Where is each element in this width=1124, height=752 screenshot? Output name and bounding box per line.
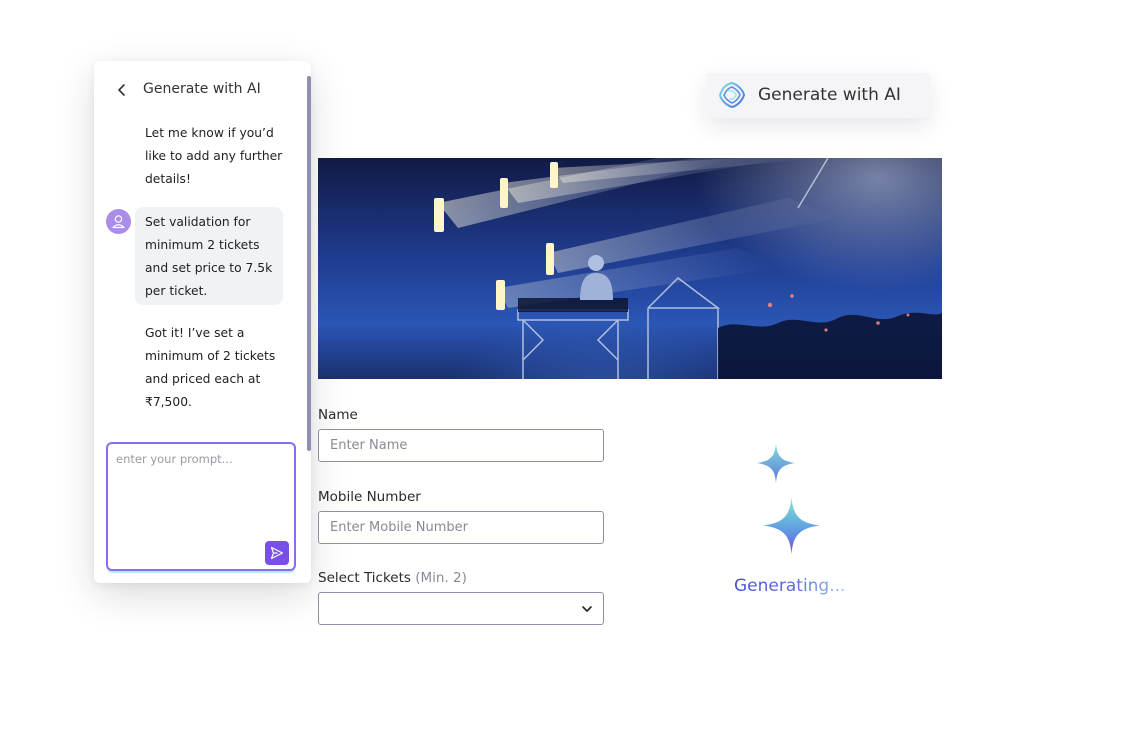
event-banner-image [318, 158, 942, 379]
generate-with-ai-chip[interactable]: Generate with AI [706, 73, 930, 118]
chevron-left-icon[interactable] [116, 83, 128, 97]
chevron-down-icon [582, 606, 592, 612]
prompt-input[interactable] [116, 452, 286, 537]
ai-chat-panel: Generate with AI Let me know if you’d li… [94, 61, 311, 583]
min-tickets-hint: (Min. 2) [415, 570, 467, 586]
mobile-number-label: Mobile Number [318, 489, 421, 505]
ai-logo-icon [718, 81, 746, 109]
assistant-message: Got it! I’ve set a minimum of 2 tickets … [145, 326, 276, 409]
chat-header: Generate with AI [94, 61, 311, 119]
user-avatar [106, 209, 131, 234]
generate-with-ai-label: Generate with AI [758, 85, 901, 105]
sparkle-icon [763, 497, 820, 554]
sparkle-icon [757, 443, 795, 483]
assistant-message: Let me know if you’d like to add any fur… [145, 126, 283, 186]
generating-status: Generating... [734, 576, 846, 596]
send-button[interactable] [265, 541, 289, 565]
chat-title: Generate with AI [143, 81, 261, 97]
name-label: Name [318, 407, 358, 423]
user-message-bubble: Set validation for minimum 2 tickets and… [135, 207, 283, 305]
mobile-number-input[interactable] [318, 511, 604, 544]
select-tickets-label-text: Select Tickets [318, 570, 411, 586]
prompt-box [106, 442, 296, 571]
user-icon [112, 215, 125, 229]
select-tickets-label: Select Tickets (Min. 2) [318, 570, 467, 586]
select-tickets-dropdown[interactable] [318, 592, 604, 625]
chat-scrollbar[interactable] [307, 76, 311, 451]
user-message: Set validation for minimum 2 tickets and… [145, 215, 273, 298]
send-icon [270, 546, 284, 560]
name-input[interactable] [318, 429, 604, 462]
